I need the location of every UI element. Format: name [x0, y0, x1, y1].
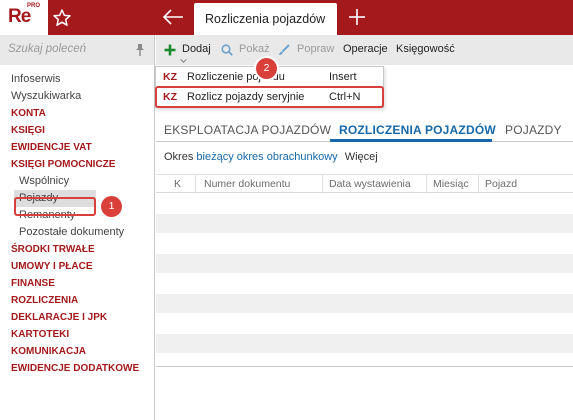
sidebar-item-wyszukiwarka[interactable]: Wyszukiwarka	[0, 88, 154, 105]
table-row[interactable]	[156, 274, 573, 294]
sidebar-item-ksiegi[interactable]: KSIĘGI	[0, 122, 154, 139]
tab-label: Rozliczenia pojazdów	[205, 12, 326, 26]
menu-item-shortcut: Insert	[329, 71, 357, 83]
period-filter: Okres bieżący okres obrachunkowy Więcej	[164, 151, 378, 163]
sidebar-item-rozliczenia[interactable]: ROZLICZENIA	[0, 292, 154, 309]
brush-icon[interactable]	[278, 44, 290, 56]
content-tabs: EKSPLOATACJA POJAZDÓW ROZLICZENIA POJAZD…	[156, 118, 573, 142]
sidebar-item-srodki-trwale[interactable]: ŚRODKI TRWAŁE	[0, 241, 154, 258]
operations-menu[interactable]: Operacje	[343, 43, 388, 55]
table-row[interactable]	[156, 314, 573, 334]
more-filters-link[interactable]: Więcej	[345, 151, 378, 163]
search-placeholder: Szukaj poleceń	[8, 43, 86, 55]
sidebar-item-finanse[interactable]: FINANSE	[0, 275, 154, 292]
column-miesiac[interactable]: Miesiąc	[427, 175, 479, 193]
logo-pro-label: PRO	[27, 3, 41, 9]
pin-icon[interactable]	[134, 43, 146, 57]
sidebar-item-umowy-i-place[interactable]: UMOWY I PŁACE	[0, 258, 154, 275]
sidebar-item-pozostale-dokumenty[interactable]: Pozostałe dokumenty	[0, 224, 154, 241]
callout-highlight-pojazdy	[14, 197, 96, 216]
tab-eksploatacja-pojazdow[interactable]: EKSPLOATACJA POJAZDÓW	[164, 123, 331, 137]
table-row[interactable]	[156, 254, 573, 274]
sidebar-item-ksiegi-pomocnicze[interactable]: KSIĘGI POMOCNICZE	[0, 156, 154, 173]
accounting-menu[interactable]: Księgowość	[396, 43, 455, 55]
period-link[interactable]: bieżący okres obrachunkowy	[196, 151, 337, 163]
table-row[interactable]	[156, 214, 573, 234]
sidebar-item-ewidencje-vat[interactable]: EWIDENCJE VAT	[0, 139, 154, 156]
callout-badge-1: 1	[101, 196, 122, 217]
column-numer-dokumentu[interactable]: Numer dokumentu	[198, 175, 323, 193]
column-pojazd[interactable]: Pojazd	[479, 175, 573, 193]
fix-button[interactable]: Popraw	[297, 43, 334, 55]
chevron-down-icon[interactable]	[180, 59, 187, 63]
add-button[interactable]: Dodaj	[182, 43, 211, 55]
table-row[interactable]	[156, 234, 573, 254]
callout-badge-2: 2	[256, 58, 277, 79]
sidebar-nav: Infoserwis Wyszukiwarka KONTA KSIĘGI EWI…	[0, 71, 154, 377]
document-type-code: KZ	[163, 71, 177, 83]
main-content: EKSPLOATACJA POJAZDÓW ROZLICZENIA POJAZD…	[156, 108, 573, 420]
tab-pojazdy[interactable]: POJAZDY	[505, 123, 562, 137]
table-row[interactable]	[156, 294, 573, 314]
table-row[interactable]	[156, 194, 573, 214]
grid-header: K Numer dokumentu Data wystawienia Miesi…	[156, 174, 573, 193]
active-tab-indicator	[330, 139, 492, 142]
column-k[interactable]: K	[156, 175, 196, 193]
logo-text: Re	[8, 6, 31, 27]
table-row[interactable]	[156, 334, 573, 354]
favorite-star-icon[interactable]	[52, 8, 72, 28]
back-arrow-icon[interactable]	[160, 6, 186, 28]
toolbar: Dodaj Pokaż Popraw Operacje Księgowość	[156, 35, 573, 65]
search-icon[interactable]	[221, 44, 233, 56]
column-data-wystawienia[interactable]: Data wystawienia	[323, 175, 427, 193]
grid-footer-divider	[156, 366, 573, 367]
app-logo[interactable]: Re PRO	[0, 0, 48, 35]
sidebar-item-wspolnicy[interactable]: Wspólnicy	[0, 173, 154, 190]
filter-prefix: Okres	[164, 151, 194, 163]
sidebar: Szukaj poleceń Infoserwis Wyszukiwarka K…	[0, 35, 155, 420]
sidebar-item-konta[interactable]: KONTA	[0, 105, 154, 122]
sidebar-item-deklaracje-i-jpk[interactable]: DEKLARACJE I JPK	[0, 309, 154, 326]
grid-body	[156, 194, 573, 354]
new-tab-plus-icon[interactable]	[346, 6, 368, 28]
tab-rozliczenia-pojazdow[interactable]: Rozliczenia pojazdów	[194, 3, 337, 35]
tab-rozliczenia-pojazdow-active[interactable]: ROZLICZENIA POJAZDÓW	[339, 123, 496, 137]
sidebar-item-komunikacja[interactable]: KOMUNIKACJA	[0, 343, 154, 360]
add-plus-icon[interactable]	[164, 44, 176, 56]
sidebar-item-kartoteki[interactable]: KARTOTEKI	[0, 326, 154, 343]
command-search-input[interactable]: Szukaj poleceń	[0, 35, 154, 65]
callout-highlight-rozlicz-seryjnie	[155, 86, 384, 108]
sidebar-item-ewidencje-dodatkowe[interactable]: EWIDENCJE DODATKOWE	[0, 360, 154, 377]
show-button[interactable]: Pokaż	[239, 43, 270, 55]
sidebar-item-infoserwis[interactable]: Infoserwis	[0, 71, 154, 88]
title-bar: Re PRO Rozliczenia pojazdów	[0, 0, 573, 35]
